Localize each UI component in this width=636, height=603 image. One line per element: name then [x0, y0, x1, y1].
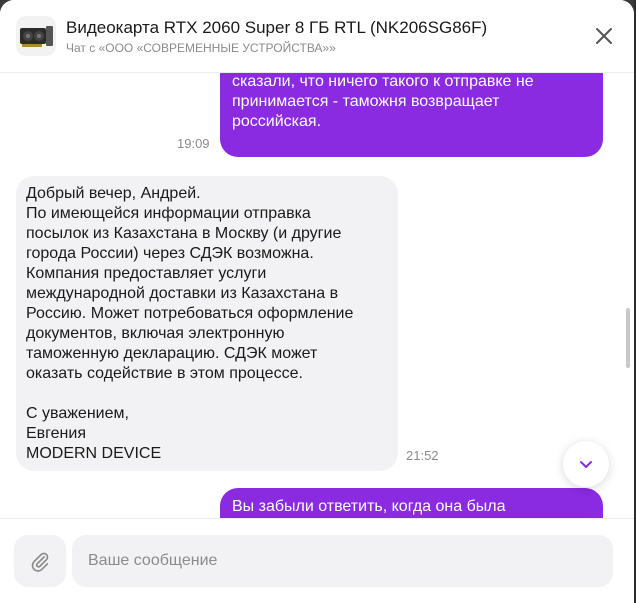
product-title[interactable]: Видеокарта RTX 2060 Super 8 ГБ RTL (NK20… [66, 18, 487, 38]
message-text: Вы забыли ответить, когда она была [232, 498, 506, 515]
chat-window: Видеокарта RTX 2060 Super 8 ГБ RTL (NK20… [0, 0, 634, 603]
paperclip-icon [31, 552, 49, 572]
attach-button[interactable] [14, 535, 66, 587]
message-input[interactable] [72, 535, 613, 587]
message-incoming: Добрый вечер, Андрей. По имеющейся инфор… [16, 176, 398, 471]
chat-subtitle: Чат с «ООО «СОВРЕМЕННЫЕ УСТРОЙСТВА»» [66, 41, 336, 55]
message-outgoing: было. Потому что вот буквально вчера мне… [220, 72, 603, 157]
message-text: было. Потому что вот буквально вчера мне… [232, 73, 534, 130]
close-button[interactable] [592, 24, 616, 48]
scroll-down-button[interactable] [563, 441, 609, 487]
message-list[interactable]: было. Потому что вот буквально вчера мне… [0, 72, 634, 518]
scrollbar-thumb[interactable] [626, 308, 630, 368]
product-thumbnail[interactable] [16, 16, 56, 56]
close-icon [596, 28, 612, 44]
message-timestamp: 19:09 [177, 136, 210, 151]
chat-header: Видеокарта RTX 2060 Super 8 ГБ RTL (NK20… [0, 0, 634, 73]
message-text: Добрый вечер, Андрей. По имеющейся инфор… [26, 185, 354, 462]
message-outgoing: Вы забыли ответить, когда она была [220, 488, 603, 518]
graphics-card-image [20, 26, 53, 47]
message-composer [0, 518, 634, 603]
message-timestamp: 21:52 [406, 448, 439, 463]
chevron-down-icon [580, 461, 592, 468]
